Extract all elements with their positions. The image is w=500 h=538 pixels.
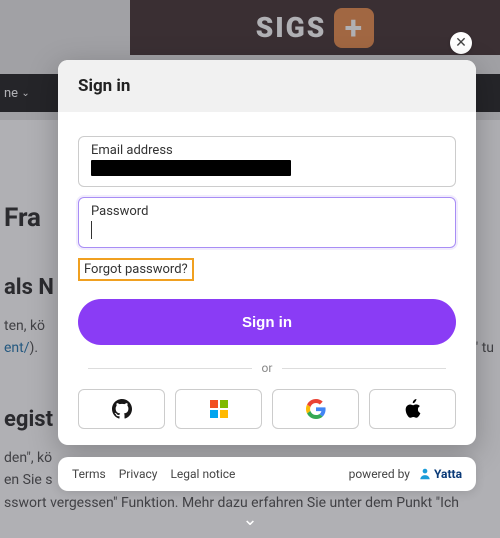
footer-links: Terms Privacy Legal notice (72, 467, 245, 481)
password-field[interactable]: Password (78, 197, 456, 248)
modal-title: Sign in (58, 60, 476, 112)
signin-button[interactable]: Sign in (78, 299, 456, 345)
modal-wrapper: Sign in Email address Password Forgot pa… (58, 60, 476, 491)
terms-link[interactable]: Terms (72, 467, 106, 481)
expand-chevron-icon[interactable]: ⌄ (242, 509, 257, 530)
close-icon: ✕ (455, 35, 467, 51)
privacy-link[interactable]: Privacy (119, 467, 158, 481)
email-label: Email address (91, 143, 443, 158)
forgot-password-link[interactable]: Forgot password? (78, 258, 194, 281)
text-cursor (91, 221, 92, 239)
social-buttons (78, 389, 456, 429)
google-icon (306, 399, 326, 419)
or-divider: or (78, 361, 456, 375)
or-text: or (262, 361, 273, 375)
github-icon (112, 399, 132, 419)
close-button[interactable]: ✕ (450, 32, 472, 54)
powered-by: powered by Yatta (349, 467, 462, 481)
microsoft-login-button[interactable] (175, 389, 262, 429)
powered-text: powered by (349, 467, 410, 481)
yatta-icon (418, 467, 432, 481)
email-value-redacted (91, 160, 291, 176)
password-label: Password (91, 204, 443, 219)
signin-modal: Sign in Email address Password Forgot pa… (58, 60, 476, 445)
brand-text: Yatta (434, 467, 462, 481)
footer-bar: Terms Privacy Legal notice powered by Ya… (58, 457, 476, 491)
apple-login-button[interactable] (369, 389, 456, 429)
apple-icon (403, 399, 423, 419)
google-login-button[interactable] (272, 389, 359, 429)
email-field[interactable]: Email address (78, 136, 456, 187)
yatta-brand[interactable]: Yatta (414, 467, 462, 481)
microsoft-icon (210, 400, 228, 418)
github-login-button[interactable] (78, 389, 165, 429)
legal-link[interactable]: Legal notice (170, 467, 235, 481)
